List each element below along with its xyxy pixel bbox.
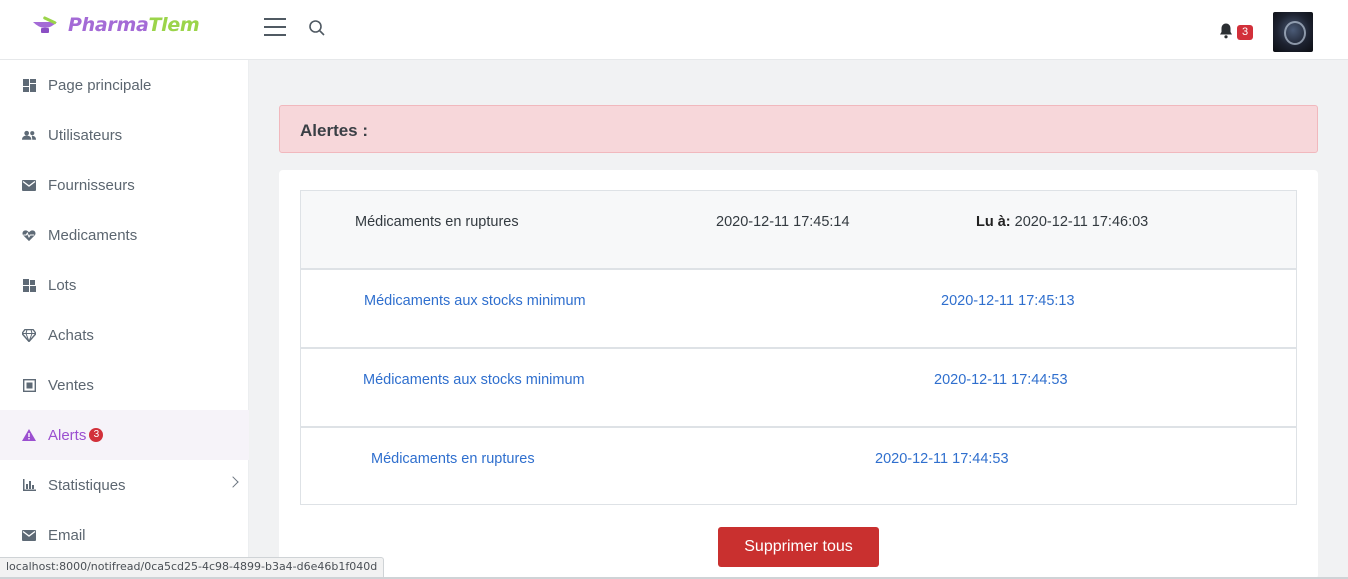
sidebar-item-label: Statistiques — [48, 476, 126, 494]
alert-title-link[interactable]: Médicaments en ruptures — [371, 451, 535, 467]
alerts-card: Médicaments en ruptures 2020-12-11 17:45… — [279, 170, 1318, 579]
alert-date: 2020-12-11 17:45:14 — [716, 214, 850, 230]
alert-row[interactable]: Médicaments aux stocks minimum 2020-12-1… — [300, 269, 1297, 348]
read-label: Lu à: — [976, 214, 1011, 230]
sidebar-item-label: Email — [48, 526, 86, 544]
notification-badge: 3 — [1237, 25, 1253, 40]
mortar-pestle-icon — [30, 14, 60, 36]
sidebar-item-statistiques[interactable]: Statistiques — [0, 460, 249, 510]
alert-row[interactable]: Médicaments en ruptures 2020-12-11 17:44… — [300, 427, 1297, 505]
search-icon[interactable] — [308, 19, 326, 37]
alert-row-read[interactable]: Médicaments en ruptures 2020-12-11 17:45… — [300, 190, 1297, 269]
sidebar-item-label: Page principale — [48, 76, 152, 94]
sidebar-item-utilisateurs[interactable]: Utilisateurs — [0, 110, 249, 160]
browser-status-url: localhost:8000/notifread/0ca5cd25-4c98-4… — [0, 557, 385, 577]
alert-title-link[interactable]: Médicaments aux stocks minimum — [363, 372, 585, 388]
user-avatar[interactable] — [1273, 12, 1313, 52]
receipt-icon — [22, 378, 36, 392]
sidebar-item-label: Ventes — [48, 376, 94, 394]
alerts-heading: Alertes : — [279, 105, 1318, 153]
brand-name-part1: Pharma — [68, 14, 149, 36]
alert-date-link[interactable]: 2020-12-11 17:45:13 — [941, 293, 1075, 309]
sidebar-item-page-principale[interactable]: Page principale — [0, 60, 249, 110]
sidebar-item-alerts[interactable]: Alerts 3 — [0, 410, 249, 460]
boxes-icon — [22, 278, 36, 292]
delete-all-button[interactable]: Supprimer tous — [718, 527, 879, 567]
sidebar-item-ventes[interactable]: Ventes — [0, 360, 249, 410]
sidebar-item-email[interactable]: Email — [0, 510, 249, 560]
alert-row[interactable]: Médicaments aux stocks minimum 2020-12-1… — [300, 348, 1297, 427]
alert-title: Médicaments en ruptures — [355, 214, 519, 230]
alert-title-link[interactable]: Médicaments aux stocks minimum — [364, 293, 586, 309]
sidebar-item-achats[interactable]: Achats — [0, 310, 249, 360]
alert-date-link[interactable]: 2020-12-11 17:44:53 — [934, 372, 1068, 388]
sidebar-item-label: Fournisseurs — [48, 176, 135, 194]
sidebar: Page principale Utilisateurs Fournisseur… — [0, 60, 249, 579]
hamburger-menu-icon[interactable] — [264, 18, 288, 38]
sidebar-item-label: Lots — [48, 276, 77, 294]
alert-read-info: Lu à: 2020-12-11 17:46:03 — [976, 214, 1148, 230]
sidebar-item-label: Achats — [48, 326, 94, 344]
alert-date-link[interactable]: 2020-12-11 17:44:53 — [875, 451, 1009, 467]
sidebar-item-lots[interactable]: Lots — [0, 260, 249, 310]
sidebar-item-label: Medicaments — [48, 226, 138, 244]
sidebar-item-label: Alerts — [48, 426, 87, 444]
mail-icon — [22, 528, 36, 542]
bar-chart-icon — [22, 478, 36, 492]
brand-name-part2: Tlem — [148, 14, 200, 36]
read-date: 2020-12-11 17:46:03 — [1014, 214, 1149, 230]
alerts-count-badge: 3 — [89, 428, 104, 442]
sidebar-item-fournisseurs[interactable]: Fournisseurs — [0, 160, 249, 210]
brand-logo[interactable]: PharmaTlem — [30, 14, 200, 36]
top-bar: PharmaTlem 3 — [0, 0, 1348, 60]
bell-icon[interactable] — [1218, 22, 1234, 40]
dashboard-icon — [22, 78, 36, 92]
diamond-icon — [22, 328, 36, 342]
heart-pulse-icon — [22, 228, 36, 242]
sidebar-item-label: Utilisateurs — [48, 126, 123, 144]
warning-icon — [22, 428, 36, 442]
chevron-right-icon — [227, 476, 239, 488]
mail-icon — [22, 178, 36, 192]
sidebar-item-medicaments[interactable]: Medicaments — [0, 210, 249, 260]
users-icon — [22, 128, 36, 142]
brand-name: PharmaTlem — [68, 14, 200, 36]
